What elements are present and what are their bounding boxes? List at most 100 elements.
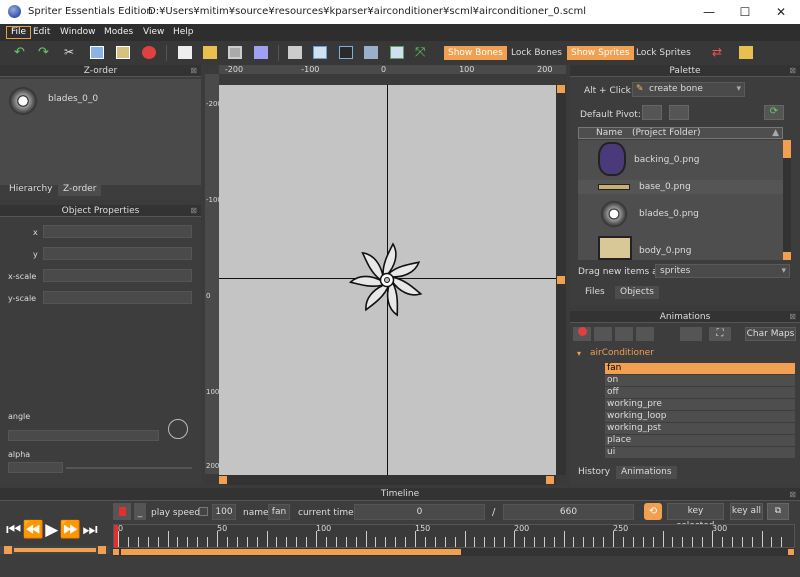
timeline-ruler[interactable]: 0 50 100 150 200 250 300 [113, 524, 795, 549]
folder-column-header[interactable]: (Project Folder) [632, 128, 701, 138]
record-options-button[interactable]: _ [134, 503, 146, 520]
menu-modes[interactable]: Modes [100, 26, 137, 39]
image-folder-icon[interactable] [739, 46, 753, 59]
loop-toggle-icon[interactable]: ⟲ [644, 503, 662, 520]
scroll-down-arrow-icon[interactable] [783, 252, 791, 260]
maximize-button[interactable]: ☐ [726, 0, 764, 24]
drag-items-dropdown[interactable]: sprites ▾ [655, 264, 790, 278]
canvas-horizontal-scrollbar[interactable] [219, 475, 556, 485]
menu-edit[interactable]: Edit [29, 26, 54, 39]
tab-zorder[interactable]: Z-order [58, 183, 102, 196]
close-panel-icon[interactable]: ⊠ [789, 311, 796, 323]
pivot-copy-button[interactable] [642, 105, 662, 120]
alpha-slider[interactable] [66, 467, 192, 469]
close-button[interactable]: ✕ [762, 0, 800, 24]
record-button[interactable] [113, 503, 131, 520]
canvas[interactable] [219, 85, 556, 475]
export-icon[interactable] [254, 46, 268, 59]
image-view-button[interactable] [680, 327, 702, 341]
timeline-settings-icon[interactable]: ⧉ [767, 503, 789, 520]
lock-bones-button[interactable]: Lock Bones [508, 46, 565, 60]
menu-help[interactable]: Help [169, 26, 198, 39]
save-icon[interactable] [228, 46, 242, 59]
open-folder-icon[interactable] [203, 46, 217, 59]
plugin-icon[interactable]: ⇄ [712, 46, 726, 59]
menu-view[interactable]: View [139, 26, 168, 39]
angle-slider[interactable] [8, 430, 159, 441]
jump-to-end-icon[interactable]: ⏭ [82, 520, 97, 540]
playback-slider[interactable] [0, 546, 110, 554]
close-panel-icon[interactable]: ⊠ [190, 65, 197, 77]
list-item-off[interactable]: off [605, 387, 795, 398]
name-column-header[interactable]: Name [596, 128, 623, 138]
list-item-ui[interactable]: ui [605, 447, 795, 458]
canvas-vertical-scrollbar[interactable] [556, 85, 566, 475]
tab-history[interactable]: History [573, 466, 615, 479]
list-item[interactable]: backing_0.png [578, 140, 783, 178]
close-panel-icon[interactable]: ⊠ [789, 488, 796, 501]
play-speed-checkbox[interactable] [199, 507, 208, 516]
copy-icon[interactable] [90, 46, 104, 59]
y-field[interactable] [43, 247, 192, 260]
new-file-icon[interactable] [178, 46, 192, 59]
tab-files[interactable]: Files [580, 286, 610, 299]
add-animation-button[interactable] [615, 327, 633, 341]
view-option-icon[interactable] [288, 46, 302, 59]
fan-blades-sprite[interactable] [347, 240, 427, 320]
animation-name-field[interactable]: fan [268, 504, 290, 520]
list-item-working-pst[interactable]: working_pst [605, 423, 795, 434]
undo-icon[interactable]: ↶ [14, 46, 28, 59]
menu-window[interactable]: Window [56, 26, 100, 39]
fullscreen-icon[interactable]: ⛶ [709, 327, 731, 341]
step-back-icon[interactable]: ⏪ [23, 520, 44, 540]
view-option-icon[interactable] [313, 46, 327, 59]
tab-animations[interactable]: Animations [616, 466, 677, 479]
list-item[interactable]: body_0.png [578, 234, 783, 260]
list-item-working-loop[interactable]: working_loop [605, 411, 795, 422]
alpha-value-field[interactable] [8, 462, 63, 473]
view-option-icon[interactable] [390, 46, 404, 59]
lock-sprites-button[interactable]: Lock Sprites [633, 46, 694, 60]
step-forward-icon[interactable]: ⏩ [60, 520, 81, 540]
list-item-working-pre[interactable]: working_pre [605, 399, 795, 410]
add-entity-button[interactable] [594, 327, 612, 341]
menu-file[interactable]: File [6, 26, 32, 39]
char-maps-button[interactable]: Char Maps [745, 327, 796, 341]
key-all-button[interactable]: key all [730, 503, 763, 520]
scroll-thumb[interactable] [783, 140, 791, 158]
tab-objects[interactable]: Objects [615, 286, 660, 299]
list-item-fan[interactable]: fan [605, 363, 795, 374]
minimize-button[interactable]: — [690, 0, 728, 24]
scroll-left-arrow-icon[interactable] [219, 476, 227, 484]
list-item-place[interactable]: place [605, 435, 795, 446]
alt-click-dropdown[interactable]: ✎ create bone ▾ [632, 82, 745, 97]
current-time-field[interactable]: 0 [354, 504, 485, 520]
scroll-thumb[interactable] [557, 276, 565, 284]
delete-animation-button[interactable] [573, 327, 591, 341]
duplicate-animation-button[interactable] [636, 327, 654, 341]
pivot-paste-button[interactable] [669, 105, 689, 120]
fit-view-icon[interactable]: ⤧ [415, 46, 429, 59]
play-icon[interactable]: ▶ [45, 520, 58, 540]
list-item[interactable]: blades_0.png [578, 195, 783, 233]
animation-length-field[interactable]: 660 [503, 504, 634, 520]
jump-to-start-icon[interactable]: ⏮ [6, 520, 21, 540]
tab-hierarchy[interactable]: Hierarchy [4, 183, 58, 196]
scroll-left-arrow-icon[interactable] [113, 549, 119, 555]
key-selected-button[interactable]: key selected [667, 503, 724, 531]
angle-dial[interactable] [168, 419, 188, 439]
timeline-scrollbar[interactable] [113, 548, 795, 556]
delete-icon[interactable] [142, 46, 156, 59]
scroll-up-arrow-icon[interactable] [557, 85, 565, 93]
paste-icon[interactable] [116, 46, 130, 59]
refresh-icon[interactable]: ⟳ [764, 105, 784, 120]
view-option-icon[interactable] [339, 46, 353, 59]
scroll-right-arrow-icon[interactable] [98, 546, 106, 554]
entity-name[interactable]: airConditioner [590, 348, 654, 358]
y-scale-field[interactable] [43, 291, 192, 304]
scroll-right-arrow-icon[interactable] [546, 476, 554, 484]
show-sprites-button[interactable]: Show Sprites [567, 46, 634, 60]
redo-icon[interactable]: ↷ [38, 46, 52, 59]
show-bones-button[interactable]: Show Bones [444, 46, 507, 60]
view-option-icon[interactable] [364, 46, 378, 59]
